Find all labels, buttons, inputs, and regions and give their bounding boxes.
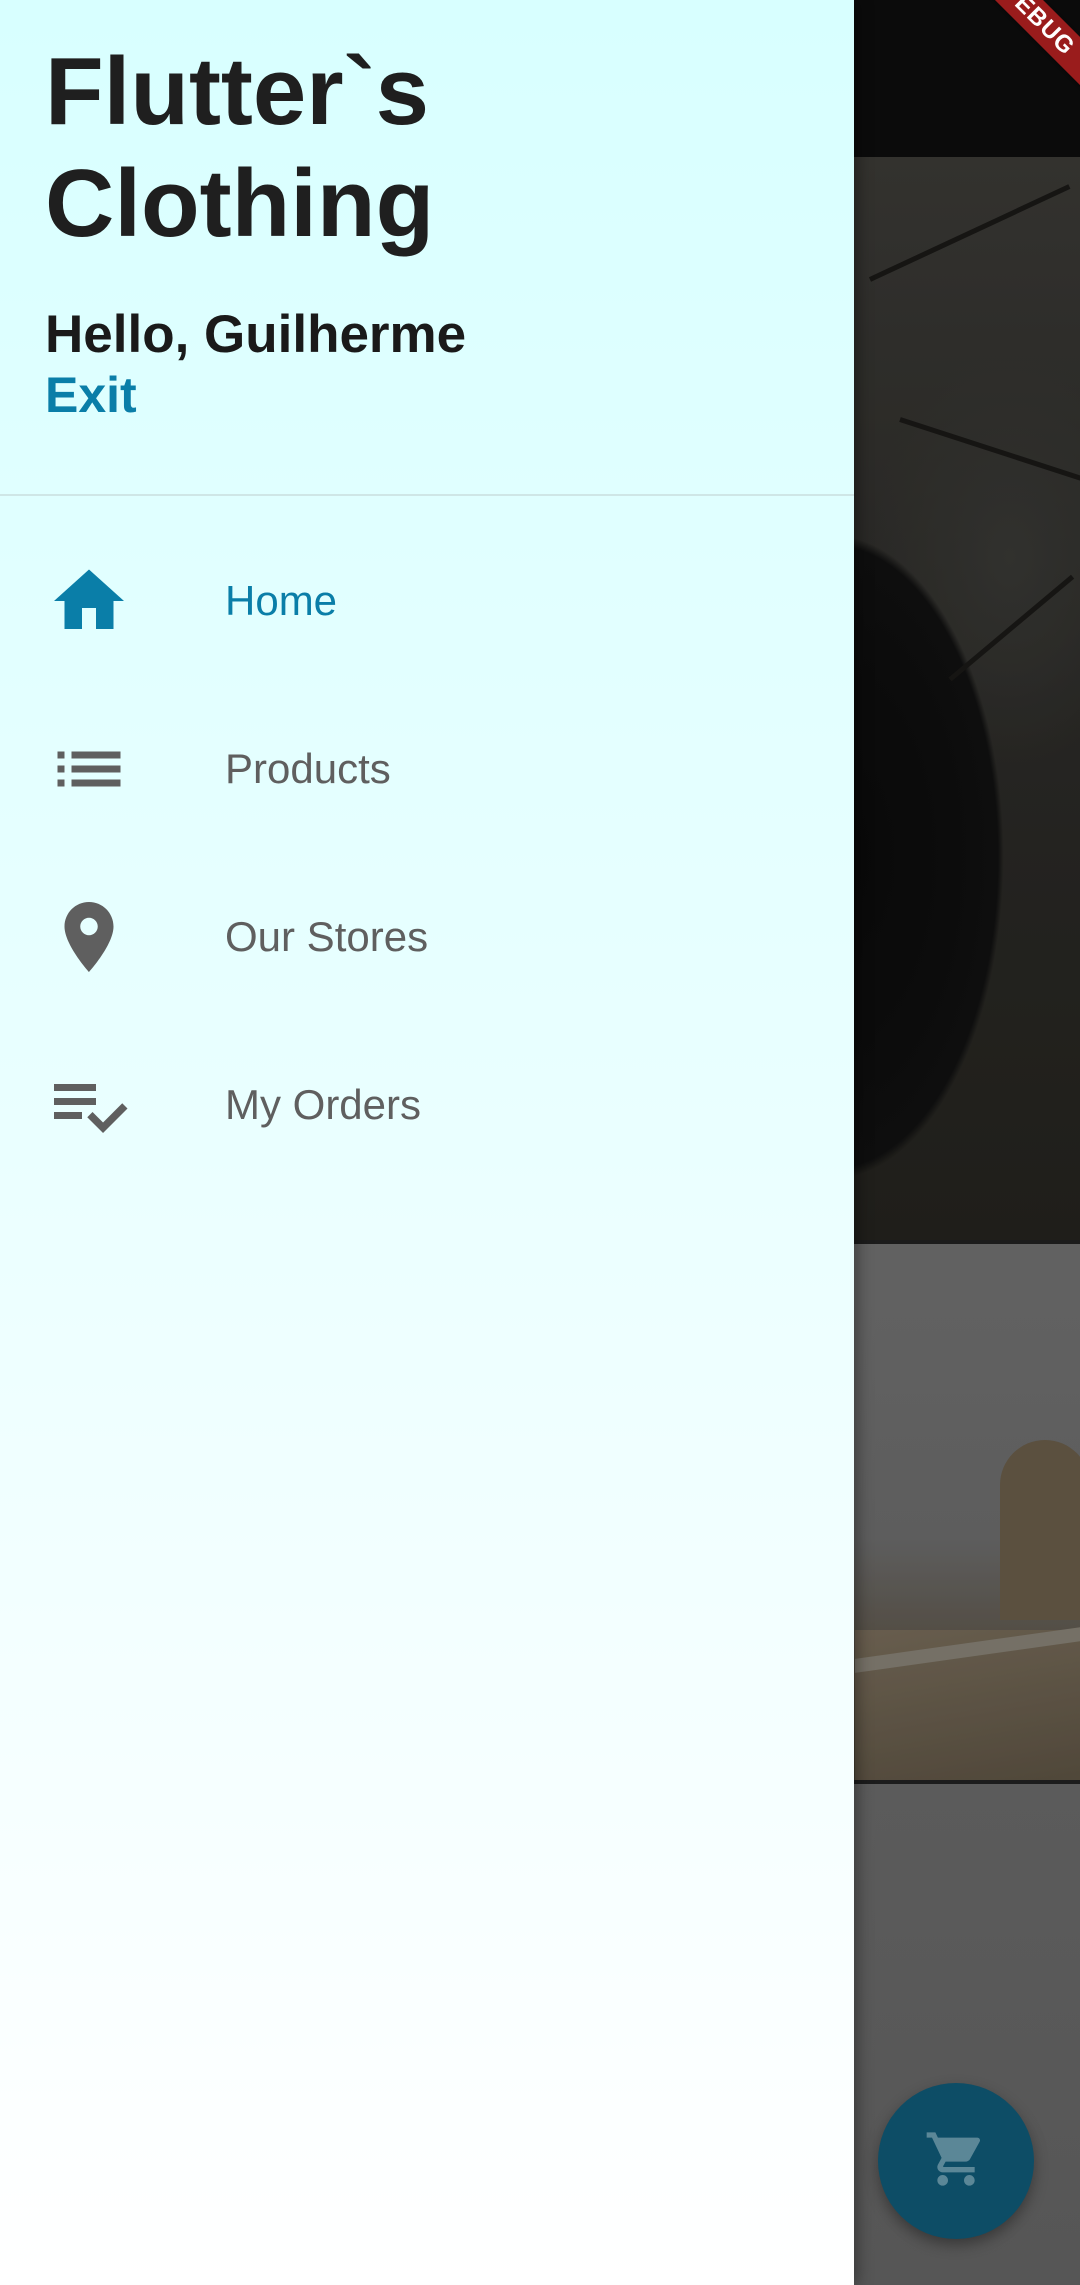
shopping-cart-icon: [924, 2127, 988, 2196]
nav-item-label: My Orders: [225, 1081, 422, 1128]
nav-item-label: Products: [225, 745, 391, 792]
nav-item-products[interactable]: Products: [0, 685, 854, 853]
playlist-check-icon: [44, 1060, 134, 1150]
nav-item-my-orders[interactable]: My Orders: [0, 1021, 854, 1189]
list-icon: [44, 724, 134, 814]
navigation-drawer: Flutter`s Clothing Hello, Guilherme Exit…: [0, 0, 854, 2285]
exit-button[interactable]: Exit: [45, 366, 137, 424]
cart-fab-button[interactable]: [878, 2083, 1034, 2239]
location-pin-icon: [44, 892, 134, 982]
nav-item-label: Home: [225, 577, 338, 624]
nav-item-our-stores[interactable]: Our Stores: [0, 853, 854, 1021]
drawer-header: Flutter`s Clothing Hello, Guilherme Exit: [0, 0, 854, 496]
user-greeting: Hello, Guilherme: [45, 305, 467, 364]
nav-item-home[interactable]: Home: [0, 517, 854, 685]
app-title: Flutter`s Clothing: [45, 38, 435, 257]
home-icon: [44, 556, 134, 646]
drawer-nav-list: Home Products Our Stores My Orders: [0, 517, 854, 1189]
nav-item-label: Our Stores: [225, 913, 429, 960]
